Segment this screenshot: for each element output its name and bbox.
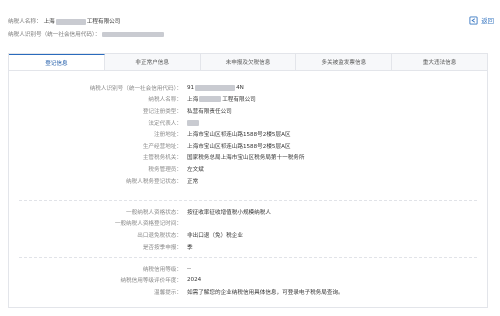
field-row: 税务管理员： 左文斌 xyxy=(9,163,487,175)
value-prefix: 91 xyxy=(187,84,195,91)
taxpayer-id-redacted xyxy=(102,31,165,37)
taxpayer-name-suffix: 工程有限公司 xyxy=(86,19,121,25)
field-value: 上海市宝山区祁连山路1588号2楼5层A区 xyxy=(187,132,291,139)
page-header: 纳税人名称： 上海 工程有限公司 纳税人识别号（统一社会信用代码）： 返回 xyxy=(0,0,500,44)
tab-unfiled-tax[interactable]: 未申报及欠税信息 xyxy=(201,54,297,70)
field-label: 纳税人识别号（统一社会信用代码）： xyxy=(89,85,182,92)
info-card: 登记信息 非正常户信息 未申报及欠税信息 多关被监发票信息 重大违法信息 纳税人… xyxy=(8,53,488,308)
field-label: 纳税信用等级： xyxy=(142,266,182,273)
field-row: 注册地址： 上海市宝山区祁连山路1588号2楼5层A区 xyxy=(9,128,487,140)
field-value: 91 4N xyxy=(187,84,244,91)
back-button[interactable]: 返回 xyxy=(469,16,494,25)
field-label: 温馨提示： xyxy=(154,289,182,296)
back-label: 返回 xyxy=(481,17,494,25)
field-value: 私营有限责任公司 xyxy=(187,108,232,115)
field-label: 注册地址： xyxy=(154,132,182,139)
field-value: 如需了解您的企业纳税信用具体信息，可登录电子税务局查询。 xyxy=(187,289,344,296)
field-label: 一般纳税人资格状态： xyxy=(126,209,182,216)
field-value: -- xyxy=(187,265,192,272)
section-divider xyxy=(19,257,477,258)
registration-section: 纳税人识别号（统一社会信用代码）： 91 4N 纳税人名称： 上海 工程有限公司 登… xyxy=(9,82,487,186)
redaction-mask xyxy=(55,18,86,25)
field-value: 上海 工程有限公司 xyxy=(187,95,256,103)
tab-registration-info[interactable]: 登记信息 xyxy=(9,54,105,70)
field-row: 纳税人税务登记状态： 正常 xyxy=(9,175,487,187)
redaction-mask xyxy=(195,84,236,91)
field-row: 纳税人识别号（统一社会信用代码）： 91 4N xyxy=(9,82,487,94)
taxpayer-name-prefix: 上海 xyxy=(43,19,55,25)
redaction-mask xyxy=(199,96,222,103)
field-label: 出口退免税状态： xyxy=(137,232,182,239)
taxpayer-name-row: 纳税人名称： 上海 工程有限公司 xyxy=(8,17,120,25)
field-row: 生产经营地址： 上海市宝山区祁连山路1588号2楼5层A区 xyxy=(9,140,487,152)
tab-abnormal-account[interactable]: 非正常户信息 xyxy=(105,54,201,70)
credit-section: 纳税信用等级： -- 纳税信用等级评价年度： 2024 温馨提示： 如需了解您的… xyxy=(9,263,487,298)
field-value: 左文斌 xyxy=(187,166,204,173)
field-label: 主管税务机关： xyxy=(142,155,182,162)
field-value: 上海市宝山区祁连山路1588号2楼5层A区 xyxy=(187,143,291,150)
taxpayer-id-row: 纳税人识别号（统一社会信用代码）： xyxy=(8,30,165,38)
field-row: 温馨提示： 如需了解您的企业纳税信用具体信息，可登录电子税务局查询。 xyxy=(9,286,487,298)
value-suffix: 4N xyxy=(236,84,244,91)
field-row: 一般纳税人资格登记时间： xyxy=(9,218,487,230)
back-icon xyxy=(469,16,478,25)
tab-invoice-info[interactable]: 多关被监发票信息 xyxy=(296,54,393,70)
field-value: 2024 xyxy=(187,277,202,284)
field-label: 纳税信用等级评价年度： xyxy=(120,278,182,285)
field-label: 生产经营地址： xyxy=(142,143,182,150)
tab-major-violation[interactable]: 重大违法信息 xyxy=(392,54,487,70)
field-label: 纳税人名称： xyxy=(148,97,182,104)
field-value: 季 xyxy=(187,244,193,251)
field-label: 一般纳税人资格登记时间： xyxy=(114,221,182,228)
field-value: 国家税务总局上海市宝山区税务局第十一税务所 xyxy=(187,155,305,162)
field-row: 纳税信用等级评价年度： 2024 xyxy=(9,275,487,287)
tab-bar: 登记信息 非正常户信息 未申报及欠税信息 多关被监发票信息 重大违法信息 xyxy=(9,54,487,71)
field-label: 纳税人税务登记状态： xyxy=(126,178,182,185)
redaction-mask xyxy=(187,119,199,126)
section-divider xyxy=(19,200,477,201)
taxpayer-name-value: 上海 工程有限公司 xyxy=(43,17,121,25)
field-value: 正常 xyxy=(187,178,199,185)
field-row: 是否按季申报： 季 xyxy=(9,241,487,253)
field-value xyxy=(187,119,199,126)
taxpayer-name-label: 纳税人名称： xyxy=(8,19,42,25)
field-row: 登记注册类型： 私营有限责任公司 xyxy=(9,105,487,117)
field-row: 一般纳税人资格状态： 按征收率征收增值税小规模纳税人 xyxy=(9,206,487,218)
field-row: 主管税务机关： 国家税务总局上海市宝山区税务局第十一税务所 xyxy=(9,152,487,164)
field-row: 出口退免税状态： 非出口退（免）税企业 xyxy=(9,229,487,241)
field-label: 法定代表人： xyxy=(148,120,182,127)
field-row: 纳税信用等级： -- xyxy=(9,263,487,275)
field-value: 按征收率征收增值税小规模纳税人 xyxy=(187,209,271,216)
value-suffix: 工程有限公司 xyxy=(222,97,256,104)
field-label: 登记注册类型： xyxy=(142,108,182,115)
field-row: 纳税人名称： 上海 工程有限公司 xyxy=(9,94,487,106)
field-row: 法定代表人： xyxy=(9,117,487,129)
value-prefix: 上海 xyxy=(187,97,199,104)
field-label: 是否按季申报： xyxy=(142,244,182,251)
field-label: 税务管理员： xyxy=(148,166,182,173)
taxpayer-id-label: 纳税人识别号（统一社会信用代码）： xyxy=(8,32,101,38)
field-value: 非出口退（免）税企业 xyxy=(187,232,243,239)
qualification-section: 一般纳税人资格状态： 按征收率征收增值税小规模纳税人 一般纳税人资格登记时间： … xyxy=(9,206,487,252)
